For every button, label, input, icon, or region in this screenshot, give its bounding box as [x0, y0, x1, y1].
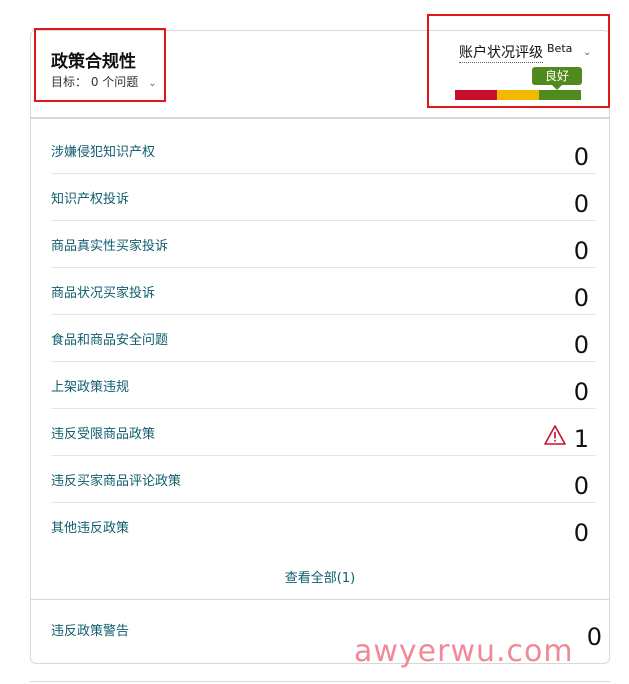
policy-compliance-card: 政策合规性 目标： 0 个问题 ⌄ 账户状况评级 Beta ⌄ 良好 涉嫌侵犯知识… [30, 14, 610, 664]
row-count: 0 [573, 519, 589, 547]
row-label[interactable]: 商品状况买家投诉 [51, 282, 155, 301]
warning-icon [544, 425, 566, 445]
health-bar-green [539, 90, 581, 100]
card-header: 政策合规性 目标： 0 个问题 ⌄ 账户状况评级 Beta ⌄ 良好 [31, 14, 610, 119]
row-label[interactable]: 违反受限商品政策 [51, 423, 155, 442]
policy-warning-label[interactable]: 违反政策警告 [51, 620, 129, 639]
list-item[interactable]: 涉嫌侵犯知识产权 0 [51, 127, 596, 174]
list-item[interactable]: 其他违反政策 0 [51, 503, 596, 549]
list-item[interactable]: 上架政策违规 0 [51, 362, 596, 409]
row-count: 0 [573, 472, 589, 500]
chevron-down-icon: ⌄ [148, 78, 157, 89]
chevron-down-icon[interactable]: ⌄ [583, 47, 591, 58]
row-label[interactable]: 上架政策违规 [51, 376, 129, 395]
target-dropdown[interactable]: 目标： 0 个问题 ⌄ [51, 73, 157, 90]
row-label[interactable]: 商品真实性买家投诉 [51, 235, 168, 254]
row-label[interactable]: 食品和商品安全问题 [51, 329, 168, 348]
list-item[interactable]: 商品真实性买家投诉 0 [51, 221, 596, 268]
page-title: 政策合规性 [51, 52, 136, 72]
beta-label: Beta [547, 42, 573, 55]
row-label[interactable]: 涉嫌侵犯知识产权 [51, 141, 155, 160]
row-label[interactable]: 违反买家商品评论政策 [51, 470, 181, 489]
row-count: 0 [573, 190, 589, 218]
policy-warning-count: 0 [586, 623, 602, 651]
health-bar-red [455, 90, 497, 100]
target-text: 目标： 0 个问题 [51, 75, 139, 89]
divider [30, 681, 610, 682]
row-count: 0 [573, 331, 589, 359]
row-label[interactable]: 其他违反政策 [51, 517, 129, 536]
row-label[interactable]: 知识产权投诉 [51, 188, 129, 207]
list-item[interactable]: 违反买家商品评论政策 0 [51, 456, 596, 503]
row-count: 0 [573, 237, 589, 265]
view-all-link[interactable]: 查看全部(1) [31, 567, 609, 586]
list-item[interactable]: 违反受限商品政策 1 [51, 409, 596, 456]
list-item[interactable]: 食品和商品安全问题 0 [51, 315, 596, 362]
row-count: 0 [573, 378, 589, 406]
watermark: awyerwu.com [354, 634, 574, 669]
row-count: 0 [573, 143, 589, 171]
divider [31, 599, 609, 600]
health-status-badge: 良好 [532, 67, 582, 90]
row-count: 1 [573, 425, 589, 453]
account-health-label[interactable]: 账户状况评级 [459, 44, 543, 63]
health-bar-yellow [497, 90, 539, 100]
list-item[interactable]: 知识产权投诉 0 [51, 174, 596, 221]
list-item[interactable]: 商品状况买家投诉 0 [51, 268, 596, 315]
row-count: 0 [573, 284, 589, 312]
